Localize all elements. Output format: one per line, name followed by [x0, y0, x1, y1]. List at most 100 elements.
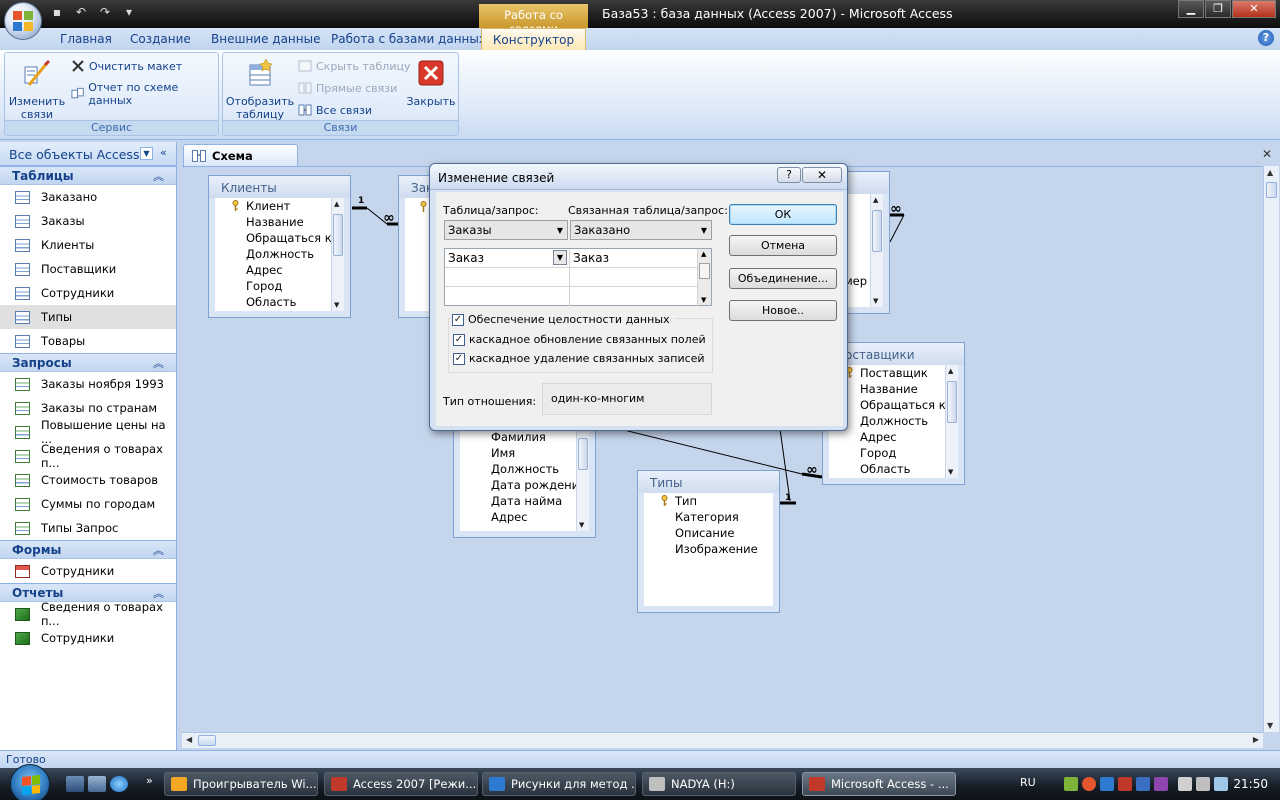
taskbar-button[interactable]: Рисунки для метод ... — [482, 772, 636, 796]
close-window-button[interactable]: ✕ — [1232, 0, 1276, 18]
table-field[interactable]: Имя — [460, 446, 515, 462]
grid-scrollbar[interactable]: ▲ ▼ — [697, 249, 711, 305]
tab-create[interactable]: Создание — [130, 32, 191, 46]
taskbar-button[interactable]: Проигрыватель Wi... — [164, 772, 318, 796]
scroll-left-icon[interactable]: ◀ — [186, 735, 192, 744]
integrity-checkbox-row[interactable]: ✓ Обеспечение целостности данных — [452, 313, 674, 326]
table-field[interactable]: Дата рождения — [460, 478, 586, 494]
table-types[interactable]: Типы Изображение Описание Категория Тип — [637, 470, 780, 613]
nav-item-querie[interactable]: Повышение цены на ... — [0, 418, 176, 446]
table-field[interactable]: Фамилия — [460, 430, 546, 446]
taskbar-button[interactable]: Access 2007 [Режи... — [324, 772, 478, 796]
show-desktop-icon[interactable] — [66, 776, 84, 792]
collapse-section-icon[interactable]: ︽ — [153, 355, 164, 371]
language-indicator[interactable]: RU — [1020, 776, 1036, 789]
nav-item-table[interactable]: Сотрудники — [0, 281, 176, 305]
taskbar-button[interactable]: NADYA (H:) — [642, 772, 796, 796]
tray-app-icon[interactable] — [1082, 777, 1096, 791]
tray-app-icon[interactable] — [1064, 777, 1078, 791]
nav-item-report[interactable]: Сотрудники — [0, 626, 176, 650]
collapse-section-icon[interactable]: ︽ — [153, 542, 164, 558]
chevron-down-icon[interactable]: ▼ — [553, 250, 567, 265]
nav-item-table[interactable]: Клиенты — [0, 233, 176, 257]
table-field-list[interactable]: Адрес Дата найма Дата рождения Должность Имя… — [460, 422, 589, 531]
field-mapping-grid[interactable]: Заказ ▼ Заказ ▲ ▼ — [444, 248, 712, 306]
tab-external-data[interactable]: Внешние данные — [211, 32, 320, 46]
help-icon[interactable]: ? — [1258, 30, 1274, 46]
nav-item-report[interactable]: Сведения о товарах п... — [0, 600, 176, 628]
table-scrollbar[interactable]: ▲▼ — [576, 422, 589, 531]
table-field[interactable]: Должность — [460, 462, 559, 478]
horizontal-scrollbar[interactable]: ◀ ▶ — [182, 732, 1263, 748]
direct-relations-button[interactable]: Прямые связи — [298, 81, 397, 95]
tray-app-icon[interactable] — [1136, 777, 1150, 791]
close-relations-button[interactable]: Закрыть — [405, 57, 457, 108]
minimize-button[interactable]: ▁ — [1178, 0, 1204, 18]
safely-remove-icon[interactable] — [1214, 777, 1228, 791]
cancel-button[interactable]: Отмена — [729, 235, 837, 256]
nav-header[interactable]: Все объекты Access ▼ « — [0, 142, 176, 166]
save-icon[interactable]: ▪ — [48, 5, 66, 19]
collapse-section-icon[interactable]: ︽ — [153, 585, 164, 601]
table-scrollbar[interactable]: ▲▼ — [870, 194, 883, 307]
ok-button[interactable]: ОК — [729, 204, 837, 225]
table-field[interactable]: Изображение — [644, 542, 758, 558]
nav-section-reports[interactable]: Отчеты ︽ — [0, 583, 176, 602]
left-field-cell[interactable] — [445, 268, 570, 287]
related-table-select[interactable]: Заказано ▼ — [570, 220, 712, 240]
dialog-help-button[interactable]: ? — [777, 167, 801, 183]
nav-section-tables[interactable]: Таблицы ︽ — [0, 166, 176, 185]
nav-item-querie[interactable]: Суммы по городам — [0, 492, 176, 516]
dialog-close-button[interactable]: ✕ — [802, 167, 842, 183]
chevron-down-icon[interactable]: ▼ — [557, 226, 563, 235]
right-field-cell[interactable] — [570, 287, 698, 306]
show-table-button[interactable]: Отобразить таблицу — [225, 57, 295, 121]
table-field[interactable]: Адрес — [460, 510, 528, 526]
scroll-thumb[interactable] — [699, 263, 710, 279]
left-field-cell[interactable] — [445, 287, 570, 306]
table-clients[interactable]: Клиенты Область Город Адрес Должность Обраща… — [208, 175, 351, 318]
scroll-right-icon[interactable]: ▶ — [1253, 735, 1259, 744]
switch-windows-icon[interactable] — [88, 776, 106, 792]
nav-section-queries[interactable]: Запросы ︽ — [0, 353, 176, 372]
table-field[interactable]: Область — [215, 295, 296, 311]
redo-icon[interactable]: ↷ — [96, 5, 114, 19]
tab-home[interactable]: Главная — [60, 32, 112, 46]
customize-qat-icon[interactable]: ▾ — [120, 5, 138, 19]
taskbar-button[interactable]: Microsoft Access - ... — [802, 772, 956, 796]
edit-relations-button[interactable]: Изменить связи — [7, 57, 67, 121]
collapse-section-icon[interactable]: ︽ — [153, 168, 164, 184]
create-new-button[interactable]: Новое.. — [729, 300, 837, 321]
integrity-checkbox[interactable]: ✓ — [452, 313, 464, 326]
table-field[interactable]: Обращаться к — [215, 231, 332, 247]
nav-item-querie[interactable]: Сведения о товарах п... — [0, 442, 176, 470]
cascade-update-checkbox[interactable]: ✓ — [453, 333, 465, 346]
table-field[interactable]: Город — [215, 279, 282, 295]
scroll-down-icon[interactable]: ▼ — [701, 296, 706, 304]
start-button[interactable] — [10, 764, 50, 800]
nav-item-table[interactable]: Заказы — [0, 209, 176, 233]
table-field[interactable]: Адрес — [215, 263, 283, 279]
nav-item-querie[interactable]: Стоимость товаров — [0, 468, 176, 492]
nav-item-form[interactable]: Сотрудники — [0, 559, 176, 583]
document-tab[interactable]: Схема данных — [183, 144, 298, 177]
close-icon[interactable]: ✕ — [1262, 147, 1272, 161]
nav-item-querie[interactable]: Заказы по странам — [0, 396, 176, 420]
collapse-pane-icon[interactable]: « — [160, 146, 167, 159]
table-scrollbar[interactable]: ▲▼ — [945, 365, 958, 478]
table-field-list[interactable]: Изображение Описание Категория Тип — [644, 493, 773, 606]
table-field-list[interactable] — [405, 198, 431, 311]
nav-item-querie[interactable]: Типы Запрос — [0, 516, 176, 540]
table-field[interactable]: Клиент — [215, 199, 290, 215]
relations-report-button[interactable]: Отчет по схеме данных — [71, 81, 218, 107]
hide-table-button[interactable]: Скрыть таблицу — [298, 59, 411, 73]
tray-app-icon[interactable] — [1118, 777, 1132, 791]
table-field[interactable]: Название — [215, 215, 304, 231]
nav-item-table[interactable]: Заказано — [0, 185, 176, 209]
all-relations-button[interactable]: Все связи — [298, 103, 372, 117]
table-field[interactable]: Область — [829, 462, 910, 478]
table-field[interactable]: Город — [829, 446, 896, 462]
office-button[interactable] — [4, 2, 42, 40]
scroll-down-icon[interactable]: ▼ — [1267, 721, 1273, 730]
table-field[interactable]: Тип — [644, 494, 697, 510]
